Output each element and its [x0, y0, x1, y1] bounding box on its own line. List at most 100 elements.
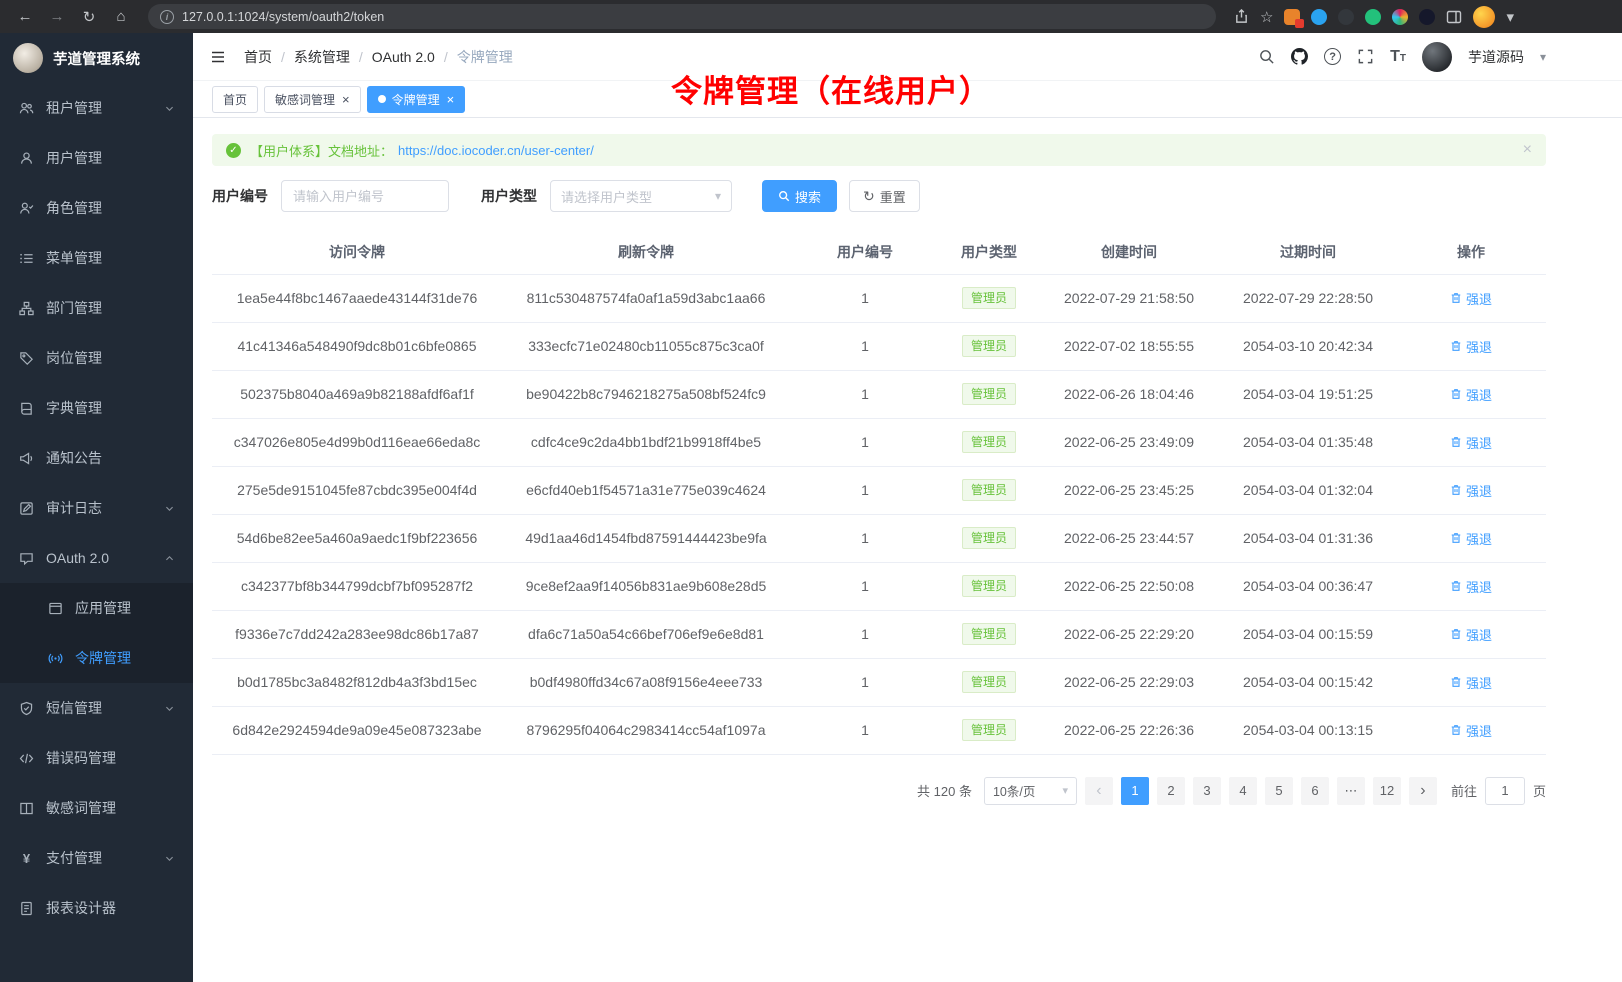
report-doc-icon — [18, 901, 35, 916]
sidebar-item-oauth[interactable]: OAuth 2.0 — [0, 533, 193, 583]
extension-icon[interactable] — [1311, 9, 1327, 25]
extension-icon[interactable] — [1419, 9, 1435, 25]
reset-button[interactable]: ↻ 重置 — [849, 180, 920, 212]
page-button-1[interactable]: 1 — [1121, 777, 1149, 805]
search-button[interactable]: 搜索 — [762, 180, 837, 212]
prev-page-button[interactable]: ‹ — [1085, 777, 1113, 805]
success-check-icon: ✓ — [226, 143, 241, 158]
breadcrumb-home[interactable]: 首页 — [244, 47, 272, 67]
page-button-5[interactable]: 5 — [1265, 777, 1293, 805]
force-logout-button[interactable]: 强退 — [1450, 721, 1492, 740]
github-icon[interactable] — [1291, 48, 1308, 65]
address-bar[interactable]: i 127.0.0.1:1024/system/oauth2/token — [148, 4, 1216, 29]
sidebar-item-sms[interactable]: 短信管理 — [0, 683, 193, 733]
force-logout-button[interactable]: 强退 — [1450, 625, 1492, 644]
sidebar-item-tenant[interactable]: 租户管理 — [0, 83, 193, 133]
share-icon[interactable] — [1234, 9, 1249, 24]
sidebar-item-dept[interactable]: 部门管理 — [0, 283, 193, 333]
breadcrumb-token: 令牌管理 — [457, 47, 513, 67]
sidebar-menu: 租户管理 用户管理 角色管理 菜单管理 部门管理 岗位管理 — [0, 83, 193, 933]
tab-bar: 首页 敏感词管理 × 令牌管理 × — [193, 81, 1622, 118]
force-logout-button[interactable]: 强退 — [1450, 385, 1492, 404]
app-logo: 芋道管理系统 — [0, 33, 193, 83]
font-size-icon[interactable]: TT — [1390, 48, 1406, 66]
tab-token[interactable]: 令牌管理 × — [367, 86, 466, 113]
tab-sensitive-words[interactable]: 敏感词管理 × — [264, 86, 361, 113]
force-logout-button[interactable]: 强退 — [1450, 481, 1492, 500]
site-info-icon[interactable]: i — [160, 10, 174, 24]
page-button-4[interactable]: 4 — [1229, 777, 1257, 805]
col-user-id: 用户编号 — [790, 230, 940, 274]
extension-icon[interactable] — [1284, 9, 1300, 25]
breadcrumb-oauth[interactable]: OAuth 2.0 — [372, 49, 435, 65]
table-row: 275e5de9151045fe87cbdc395e004f4d e6cfd40… — [212, 466, 1546, 514]
table-row: b0d1785bc3a8482f812db4a3f3bd15ec b0df498… — [212, 658, 1546, 706]
user-caret-down-icon[interactable]: ▾ — [1540, 50, 1546, 64]
total-count: 共 120 条 — [917, 781, 972, 800]
fullscreen-icon[interactable] — [1357, 48, 1374, 65]
sidebar-item-report-designer[interactable]: 报表设计器 — [0, 883, 193, 933]
browser-forward-button[interactable]: → — [44, 4, 70, 30]
browser-refresh-button[interactable]: ↻ — [76, 4, 102, 30]
page-button-12[interactable]: 12 — [1373, 777, 1401, 805]
page-button-3[interactable]: 3 — [1193, 777, 1221, 805]
alert-close-icon[interactable]: × — [1523, 142, 1532, 158]
tab-close-icon[interactable]: × — [342, 93, 350, 106]
force-logout-button[interactable]: 强退 — [1450, 433, 1492, 452]
table-row: 1ea5e44f8bc1467aaede43144f31de76 811c530… — [212, 274, 1546, 322]
tab-close-icon[interactable]: × — [447, 93, 455, 106]
table-row: c342377bf8b344799dcbf7bf095287f2 9ce8ef2… — [212, 562, 1546, 610]
collapse-menu-icon[interactable] — [209, 48, 227, 66]
sidebar-item-audit-log[interactable]: 审计日志 — [0, 483, 193, 533]
browser-back-button[interactable]: ← — [12, 4, 38, 30]
org-tree-icon — [18, 301, 35, 316]
sidebar-item-notice[interactable]: 通知公告 — [0, 433, 193, 483]
sidebar-item-post[interactable]: 岗位管理 — [0, 333, 193, 383]
goto-page-input[interactable] — [1485, 777, 1525, 805]
side-panel-icon[interactable] — [1446, 9, 1462, 25]
extension-icon[interactable] — [1338, 9, 1354, 25]
browser-menu-icon[interactable]: ▾ — [1506, 8, 1514, 26]
sidebar-item-dict[interactable]: 字典管理 — [0, 383, 193, 433]
sidebar-item-role[interactable]: 角色管理 — [0, 183, 193, 233]
more-pages-button[interactable]: ⋯ — [1337, 777, 1365, 805]
force-logout-button[interactable]: 强退 — [1450, 337, 1492, 356]
sidebar-item-oauth-app[interactable]: 应用管理 — [0, 583, 193, 633]
chevron-down-icon: ▾ — [1062, 784, 1068, 797]
tab-home[interactable]: 首页 — [212, 86, 258, 113]
user-type-badge: 管理员 — [962, 287, 1016, 309]
page-button-2[interactable]: 2 — [1157, 777, 1185, 805]
browser-profile-avatar[interactable] — [1473, 6, 1495, 28]
user-name[interactable]: 芋道源码 — [1468, 47, 1524, 67]
breadcrumb-system[interactable]: 系统管理 — [294, 47, 350, 67]
table-row: 502375b8040a469a9b82188afdf6af1f be90422… — [212, 370, 1546, 418]
extension-icon[interactable] — [1392, 9, 1408, 25]
sidebar-item-errcode[interactable]: 错误码管理 — [0, 733, 193, 783]
user-avatar[interactable] — [1422, 42, 1452, 72]
search-icon[interactable] — [1258, 48, 1275, 65]
topbar: 首页 / 系统管理 / OAuth 2.0 / 令牌管理 ? TT — [193, 33, 1622, 81]
sidebar-item-menu[interactable]: 菜单管理 — [0, 233, 193, 283]
force-logout-button[interactable]: 强退 — [1450, 289, 1492, 308]
user-icon — [18, 151, 35, 166]
bookmark-star-icon[interactable]: ☆ — [1260, 8, 1273, 26]
page-size-select[interactable]: 10条/页 ▾ — [984, 777, 1077, 805]
doc-link[interactable]: https://doc.iocoder.cn/user-center/ — [398, 143, 594, 158]
extension-icon[interactable] — [1365, 9, 1381, 25]
help-icon[interactable]: ? — [1324, 48, 1341, 65]
user-type-badge: 管理员 — [962, 623, 1016, 645]
sidebar-item-user[interactable]: 用户管理 — [0, 133, 193, 183]
sidebar-item-oauth-token[interactable]: 令牌管理 — [0, 633, 193, 683]
user-id-input[interactable] — [281, 180, 449, 212]
sidebar-item-pay[interactable]: ¥ 支付管理 — [0, 833, 193, 883]
app-window-icon — [47, 601, 64, 616]
force-logout-button[interactable]: 强退 — [1450, 577, 1492, 596]
page-button-6[interactable]: 6 — [1301, 777, 1329, 805]
user-type-select[interactable]: 请选择用户类型 ▾ — [550, 180, 732, 212]
user-type-badge: 管理员 — [962, 575, 1016, 597]
force-logout-button[interactable]: 强退 — [1450, 673, 1492, 692]
next-page-button[interactable]: › — [1409, 777, 1437, 805]
sidebar-item-sensitive-words[interactable]: 敏感词管理 — [0, 783, 193, 833]
browser-home-button[interactable]: ⌂ — [108, 4, 134, 30]
force-logout-button[interactable]: 强退 — [1450, 529, 1492, 548]
